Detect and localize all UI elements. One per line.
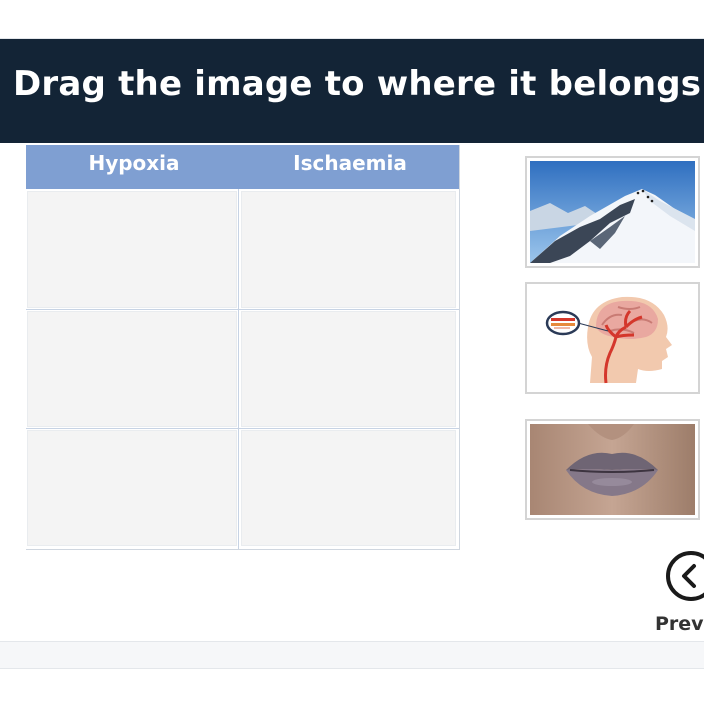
draggable-image-mountain[interactable] xyxy=(525,156,700,268)
sorting-table: Hypoxia Ischaemia xyxy=(26,145,460,550)
previous-label[interactable]: Previ xyxy=(655,613,704,635)
mountain-climbers-image xyxy=(530,161,695,263)
top-strip xyxy=(0,0,704,39)
drop-zone-hypoxia-3[interactable] xyxy=(27,430,237,546)
page-title: Drag the image to where it belongs xyxy=(13,64,702,104)
drop-zone-hypoxia-2[interactable] xyxy=(27,311,237,427)
column-header-ischaemia: Ischaemia xyxy=(293,151,407,175)
footer-bar xyxy=(0,641,704,669)
column-header-hypoxia: Hypoxia xyxy=(88,151,180,175)
draggable-image-lips[interactable] xyxy=(525,419,700,520)
drop-zone-ischaemia-1[interactable] xyxy=(241,191,456,308)
draggable-image-brain[interactable] xyxy=(525,282,700,394)
row-divider xyxy=(26,309,459,310)
drop-zone-ischaemia-2[interactable] xyxy=(241,311,456,427)
brain-artery-diagram-image xyxy=(530,287,695,389)
row-divider xyxy=(26,428,459,429)
drop-zone-ischaemia-3[interactable] xyxy=(241,430,456,546)
column-divider xyxy=(238,189,239,549)
chevron-left-icon xyxy=(682,564,696,588)
title-bar: Drag the image to where it belongs xyxy=(0,39,704,143)
drop-zone-hypoxia-1[interactable] xyxy=(27,191,237,308)
blue-lips-image xyxy=(530,424,695,515)
table-header: Hypoxia Ischaemia xyxy=(26,145,459,189)
previous-button[interactable] xyxy=(666,551,704,601)
